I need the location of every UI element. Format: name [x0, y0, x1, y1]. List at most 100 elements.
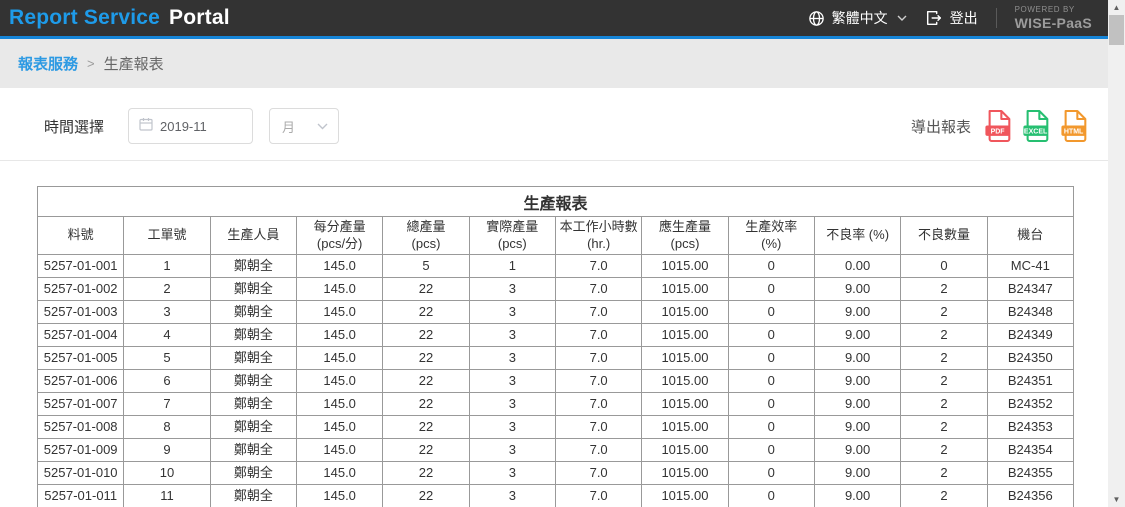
- table-cell: 1015.00: [642, 485, 728, 507]
- table-cell: 0: [728, 439, 814, 462]
- table-cell: 9.00: [814, 347, 900, 370]
- time-select-label: 時間選擇: [44, 116, 104, 137]
- export-pdf-button[interactable]: PDF: [984, 109, 1014, 143]
- table-header-row: 料號工單號生產人員每分產量 (pcs/分)總產量 (pcs)實際產量 (pcs)…: [38, 217, 1074, 255]
- logout-button[interactable]: 登出: [925, 8, 978, 28]
- logout-icon: [925, 9, 943, 27]
- table-cell: 9.00: [814, 393, 900, 416]
- table-cell: 1015.00: [642, 393, 728, 416]
- table-cell: 3: [469, 416, 555, 439]
- table-cell: 0: [728, 370, 814, 393]
- table-cell: 0: [728, 324, 814, 347]
- export-label: 導出報表: [911, 116, 971, 137]
- table-cell: 鄭朝全: [210, 347, 296, 370]
- scroll-down-arrow-icon[interactable]: ▼: [1108, 492, 1125, 507]
- table-cell: 7.0: [555, 347, 641, 370]
- table-cell: 2: [901, 393, 987, 416]
- table-cell: 7: [124, 393, 210, 416]
- calendar-icon: [139, 117, 153, 136]
- powered-by-line1: POWERED BY: [1015, 5, 1075, 14]
- period-select[interactable]: 月: [269, 108, 339, 144]
- table-cell: 22: [383, 370, 469, 393]
- table-cell: 5: [124, 347, 210, 370]
- table-cell: 22: [383, 324, 469, 347]
- table-cell: 1015.00: [642, 462, 728, 485]
- chevron-down-icon: [317, 117, 328, 135]
- table-cell: 3: [469, 347, 555, 370]
- breadcrumb-separator: >: [87, 56, 95, 71]
- table-cell: 鄭朝全: [210, 370, 296, 393]
- table-cell: 2: [901, 416, 987, 439]
- table-cell: 3: [469, 393, 555, 416]
- table-cell: 0: [728, 416, 814, 439]
- table-cell: 145.0: [296, 462, 382, 485]
- svg-text:PDF: PDF: [991, 129, 1006, 136]
- scroll-up-arrow-icon[interactable]: ▲: [1108, 0, 1125, 15]
- app-title: Report Service Portal: [9, 6, 230, 30]
- table-cell: 0: [728, 278, 814, 301]
- table-cell: 2: [124, 278, 210, 301]
- table-cell: 5257-01-005: [38, 347, 124, 370]
- table-cell: 9.00: [814, 462, 900, 485]
- table-cell: 9.00: [814, 370, 900, 393]
- table-cell: 5257-01-010: [38, 462, 124, 485]
- table-title-row: 生產報表: [38, 187, 1074, 217]
- table-cell: 5257-01-006: [38, 370, 124, 393]
- filter-row: 時間選擇 2019-11 月 導出報表 PDF: [44, 108, 1090, 144]
- vertical-scrollbar[interactable]: ▲ ▼: [1108, 0, 1125, 507]
- table-cell: 7.0: [555, 393, 641, 416]
- table-cell: B24355: [987, 462, 1073, 485]
- table-cell: 3: [469, 439, 555, 462]
- table-cell: B24352: [987, 393, 1073, 416]
- table-cell: 5257-01-004: [38, 324, 124, 347]
- table-cell: 2: [901, 347, 987, 370]
- table-cell: 5257-01-008: [38, 416, 124, 439]
- scrollbar-thumb[interactable]: [1109, 15, 1124, 45]
- language-selector[interactable]: 繁體中文: [808, 8, 907, 28]
- table-cell: 5257-01-009: [38, 439, 124, 462]
- table-row: 5257-01-0077鄭朝全145.02237.01015.0009.002B…: [38, 393, 1074, 416]
- table-cell: 0.00: [814, 255, 900, 278]
- table-cell: 22: [383, 278, 469, 301]
- logout-label: 登出: [950, 8, 978, 28]
- table-cell: 22: [383, 301, 469, 324]
- export-html-button[interactable]: HTML: [1060, 109, 1090, 143]
- breadcrumb-parent-link[interactable]: 報表服務: [18, 53, 78, 74]
- date-value: 2019-11: [160, 119, 207, 134]
- table-cell: 5257-01-007: [38, 393, 124, 416]
- table-cell: 鄭朝全: [210, 416, 296, 439]
- report-table: 生產報表 料號工單號生產人員每分產量 (pcs/分)總產量 (pcs)實際產量 …: [37, 186, 1074, 507]
- column-header: 料號: [38, 217, 124, 255]
- page: Report Service Portal 繁體中文 登出 P: [0, 0, 1108, 507]
- column-header: 機台: [987, 217, 1073, 255]
- column-header: 工單號: [124, 217, 210, 255]
- globe-icon: [808, 10, 825, 27]
- table-cell: 鄭朝全: [210, 393, 296, 416]
- table-cell: 鄭朝全: [210, 485, 296, 507]
- table-cell: 1: [124, 255, 210, 278]
- table-row: 5257-01-0033鄭朝全145.02237.01015.0009.002B…: [38, 301, 1074, 324]
- column-header: 總產量 (pcs): [383, 217, 469, 255]
- date-input[interactable]: 2019-11: [128, 108, 253, 144]
- topbar-actions: 繁體中文 登出 POWERED BY WISE-PaaS: [808, 5, 1094, 30]
- powered-by: POWERED BY WISE-PaaS: [1015, 5, 1094, 30]
- table-cell: 2: [901, 278, 987, 301]
- column-header: 生產效率 (%): [728, 217, 814, 255]
- table-cell: 5: [383, 255, 469, 278]
- table-cell: 9.00: [814, 485, 900, 507]
- table-cell: B24350: [987, 347, 1073, 370]
- chevron-down-icon: [897, 15, 907, 21]
- top-header: Report Service Portal 繁體中文 登出 P: [0, 0, 1108, 36]
- table-cell: 5257-01-003: [38, 301, 124, 324]
- table-row: 5257-01-0011鄭朝全145.0517.01015.0000.000MC…: [38, 255, 1074, 278]
- table-cell: 鄭朝全: [210, 324, 296, 347]
- table-cell: B24349: [987, 324, 1073, 347]
- table-cell: 0: [728, 347, 814, 370]
- table-cell: 7.0: [555, 278, 641, 301]
- export-excel-button[interactable]: EXCEL: [1022, 109, 1052, 143]
- table-cell: 3: [469, 485, 555, 507]
- table-cell: 145.0: [296, 439, 382, 462]
- svg-text:HTML: HTML: [1064, 129, 1084, 136]
- breadcrumb: 報表服務 > 生產報表: [0, 39, 1108, 88]
- table-cell: 145.0: [296, 485, 382, 507]
